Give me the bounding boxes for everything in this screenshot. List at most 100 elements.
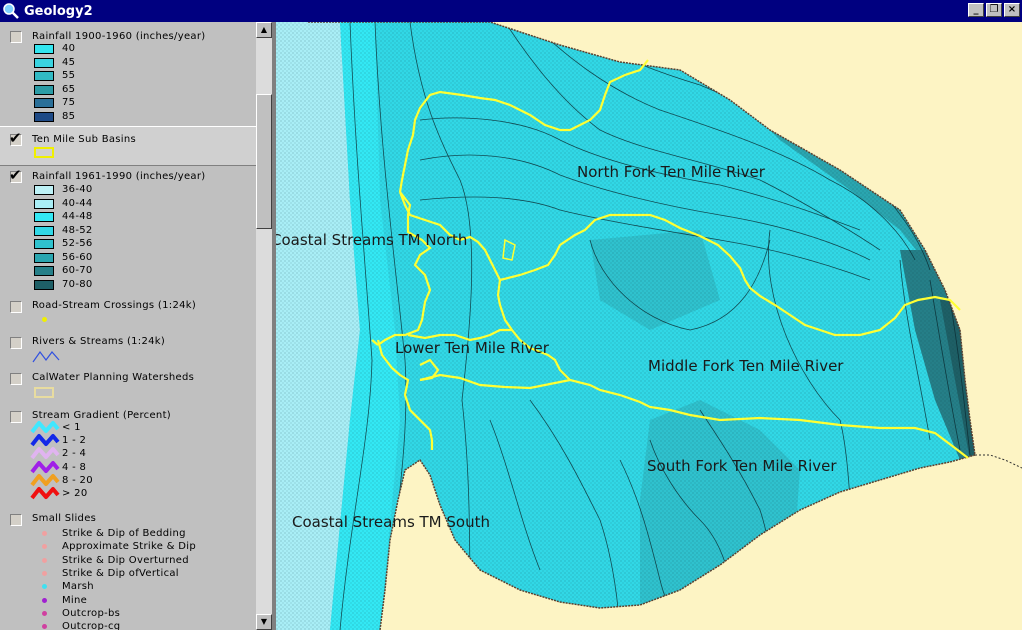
legend-gradient-line-symbol — [30, 447, 60, 460]
legend-point-symbol — [42, 610, 47, 616]
legend-class-label: < 1 — [62, 422, 81, 433]
window-title: Geology2 — [24, 3, 93, 19]
restore-button[interactable]: ❐ — [986, 3, 1002, 17]
label-coastal-north: Coastal Streams TM North — [276, 231, 467, 249]
legend-swatch — [34, 185, 54, 195]
legend-swatch — [34, 57, 54, 68]
legend-swatch — [34, 111, 54, 122]
legend-point-symbol — [42, 584, 47, 590]
layer-calwater-watersheds: CalWater Planning Watersheds — [0, 371, 256, 399]
legend-point-symbol — [42, 570, 47, 576]
legend-class-label: 60-70 — [62, 265, 93, 276]
layer-name: Rainfall 1961-1990 (inches/year) — [32, 171, 206, 182]
legend-line-symbol — [32, 350, 60, 363]
map-view[interactable]: North Fork Ten Mile River Coastal Stream… — [276, 22, 1022, 630]
legend-class-label: 2 - 4 — [62, 448, 87, 460]
layer-name: Rainfall 1900-1960 (inches/year) — [32, 31, 206, 42]
legend-gradient-line-symbol — [30, 460, 60, 473]
legend-gradient-line-symbol — [30, 487, 60, 500]
legend-class-label: Outcrop-bs — [62, 607, 121, 619]
layer-rainfall-1900-1960: Rainfall 1900-1960 (inches/year) 40 45 55 6… — [0, 28, 256, 128]
minimize-button[interactable]: _ — [968, 3, 984, 17]
legend-class-label: 40 — [62, 43, 76, 54]
legend-swatch — [34, 266, 54, 276]
legend-swatch — [34, 71, 54, 81]
label-coastal-south: Coastal Streams TM South — [292, 513, 490, 531]
table-of-contents: Rainfall 1900-1960 (inches/year) 40 45 55 6… — [0, 22, 256, 630]
legend-swatch — [34, 252, 54, 263]
layer-name: Small Slides — [32, 513, 97, 524]
layer-name: CalWater Planning Watersheds — [32, 372, 195, 383]
legend-gradient-line-symbol — [30, 473, 60, 487]
layer-visibility-checkbox[interactable] — [10, 31, 22, 43]
legend-gradient-line-symbol — [30, 434, 60, 447]
scroll-down-button[interactable]: ▼ — [256, 614, 272, 630]
legend-point-symbol — [42, 624, 47, 630]
legend-point-symbol — [42, 531, 47, 536]
legend-class-label: Strike & Dip ofVertical — [62, 567, 179, 579]
label-lower-ten-mile: Lower Ten Mile River — [395, 339, 550, 357]
layer-name: Road-Stream Crossings (1:24k) — [32, 300, 197, 311]
layer-road-stream-crossings: Road-Stream Crossings (1:24k) — [0, 299, 256, 327]
legend-swatch — [34, 239, 54, 249]
legend-class-label: Mine — [62, 594, 88, 606]
legend-class-label: 52-56 — [62, 238, 93, 249]
legend-class-label: 8 - 20 — [62, 474, 93, 486]
layer-ten-mile-sub-basins[interactable]: ✔ Ten Mile Sub Basins — [0, 126, 256, 166]
title-bar: Geology2 _ ❐ × — [0, 0, 1022, 22]
legend-point-symbol — [42, 544, 47, 550]
layer-visibility-checkbox[interactable] — [10, 411, 22, 423]
legend-class-label: Marsh — [62, 581, 94, 593]
scroll-thumb[interactable] — [256, 94, 272, 229]
layer-visibility-checkbox[interactable]: ✔ — [9, 129, 22, 147]
legend-class-label: 40-44 — [62, 197, 93, 209]
layer-visibility-checkbox[interactable] — [10, 514, 22, 526]
legend-class-label: 44-48 — [62, 211, 93, 222]
legend-class-label: 55 — [62, 70, 76, 81]
layer-rainfall-1961-1990: ✔ Rainfall 1961-1990 (inches/year) 36-40… — [0, 166, 256, 293]
label-north-fork: North Fork Ten Mile River — [577, 163, 766, 181]
layer-visibility-checkbox[interactable] — [10, 301, 22, 313]
layer-visibility-checkbox[interactable] — [10, 373, 22, 385]
layer-name: Rivers & Streams (1:24k) — [32, 336, 166, 347]
legend-class-label: 48-52 — [62, 224, 93, 236]
layer-visibility-checkbox[interactable]: ✔ — [9, 166, 22, 184]
layer-rivers-streams: Rivers & Streams (1:24k) — [0, 335, 256, 363]
legend-swatch — [34, 98, 54, 108]
legend-swatch — [34, 198, 54, 209]
scroll-up-button[interactable]: ▲ — [256, 22, 272, 38]
legend-swatch — [34, 225, 54, 236]
legend-point-symbol — [42, 597, 47, 603]
layer-small-slides: Small Slides Strike & Dip of Bedding Appr… — [0, 512, 256, 630]
legend-class-label: 70-80 — [62, 278, 93, 290]
legend-swatch — [34, 44, 54, 54]
legend-class-label: 65 — [62, 83, 76, 95]
close-button[interactable]: × — [1004, 3, 1020, 17]
legend-class-label: 4 - 8 — [62, 461, 87, 473]
legend-swatch-outline — [34, 147, 54, 158]
legend-class-label: Approximate Strike & Dip — [62, 541, 196, 553]
map-canvas[interactable]: North Fork Ten Mile River Coastal Stream… — [276, 22, 1022, 630]
toc-scrollbar[interactable]: ▲ ▼ — [256, 22, 272, 630]
legend-swatch-outline — [34, 387, 54, 398]
layer-name: Ten Mile Sub Basins — [32, 134, 137, 145]
window-controls: _ ❐ × — [968, 3, 1020, 17]
legend-point-symbol — [42, 557, 47, 563]
layer-visibility-checkbox[interactable] — [10, 337, 22, 349]
legend-gradient-line-symbol — [30, 421, 60, 434]
legend-swatch — [34, 212, 54, 222]
legend-class-label: 1 - 2 — [62, 435, 87, 447]
legend-class-label: 36-40 — [62, 184, 93, 195]
magnifier-globe-icon — [3, 3, 19, 19]
legend-swatch — [34, 84, 54, 95]
legend-swatch — [34, 279, 54, 290]
legend-class-label: 85 — [62, 110, 76, 122]
legend-class-label: 75 — [62, 97, 76, 108]
legend-class-label: Strike & Dip Overturned — [62, 554, 189, 566]
label-middle-fork: Middle Fork Ten Mile River — [648, 357, 844, 375]
legend-class-label: > 20 — [62, 488, 88, 499]
label-south-fork: South Fork Ten Mile River — [647, 457, 837, 475]
layer-stream-gradient: Stream Gradient (Percent) < 11 - 22 - 44… — [0, 409, 256, 509]
legend-class-label: 56-60 — [62, 251, 93, 263]
legend-class-label: Outcrop-cg — [62, 621, 121, 630]
